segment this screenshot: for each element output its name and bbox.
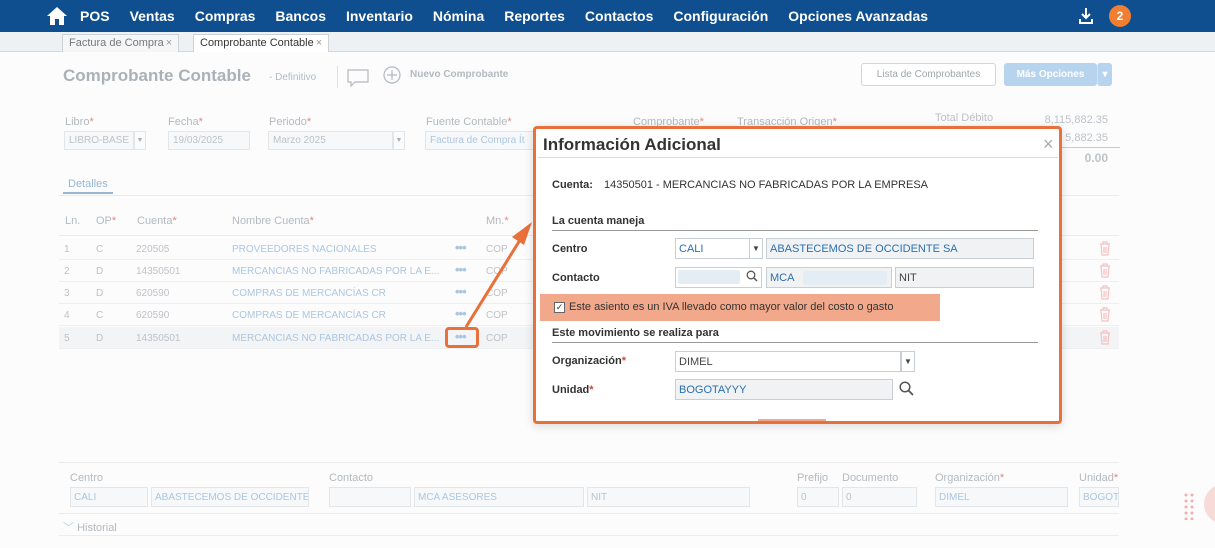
tab-factura-compra[interactable]: Factura de Compra ×	[62, 34, 180, 52]
unidad-label: Unidad*	[552, 384, 594, 396]
iva-label: Este asiento es un IVA llevado como mayo…	[569, 301, 894, 313]
search-icon[interactable]	[746, 270, 758, 285]
nav-contactos[interactable]: Contactos	[585, 8, 653, 24]
notifications-badge[interactable]: 2	[1109, 5, 1131, 27]
section-movimiento: Este movimiento se realiza para	[552, 327, 1038, 343]
iva-checkbox[interactable]: ✓	[554, 302, 565, 313]
accept-button-edge[interactable]	[758, 419, 826, 421]
additional-info-modal: Información Adicional × Cuenta: 14350501…	[533, 126, 1062, 424]
download-icon[interactable]	[1078, 7, 1094, 25]
contacto-name-text: MCA	[770, 272, 795, 284]
nav-pos[interactable]: POS	[80, 8, 110, 24]
highlight-annotation	[445, 327, 479, 348]
cuenta-label: Cuenta:	[552, 179, 593, 191]
nav-reportes[interactable]: Reportes	[504, 8, 565, 24]
nav-compras[interactable]: Compras	[195, 8, 256, 24]
tab-comprobante-contable[interactable]: Comprobante Contable ×	[193, 34, 330, 53]
nav-ventas[interactable]: Ventas	[130, 8, 175, 24]
nav-inventario[interactable]: Inventario	[346, 8, 413, 24]
contacto-type: NIT	[895, 267, 1034, 288]
centro-name: ABASTECEMOS DE OCCIDENTE SA	[766, 238, 1034, 259]
section-cuenta-maneja: La cuenta maneja	[552, 215, 1038, 231]
org-select[interactable]: DIMEL	[675, 351, 901, 372]
nav-configuracion[interactable]: Configuración	[673, 8, 768, 24]
close-icon[interactable]: ×	[166, 37, 172, 49]
contacto-search-input[interactable]	[675, 267, 762, 288]
centro-code-select[interactable]: CALI	[675, 238, 750, 259]
blurred-text	[803, 271, 887, 285]
contacto-name: MCA	[766, 267, 892, 288]
close-icon[interactable]: ×	[316, 37, 322, 49]
iva-option[interactable]: ✓ Este asiento es un IVA llevado como ma…	[540, 294, 940, 321]
centro-label: Centro	[552, 243, 588, 255]
unidad-input[interactable]: BOGOTAYYY	[675, 379, 893, 400]
contacto-label: Contacto	[552, 272, 600, 284]
blurred-text	[678, 270, 740, 284]
search-icon[interactable]	[899, 381, 914, 399]
cuenta-value: 14350501 - MERCANCIAS NO FABRICADAS POR …	[604, 179, 929, 191]
tab-label: Factura de Compra	[69, 37, 164, 49]
nav-nomina[interactable]: Nómina	[433, 8, 484, 24]
nav-bancos[interactable]: Bancos	[275, 8, 326, 24]
top-nav: POS Ventas Compras Bancos Inventario Nóm…	[0, 0, 1215, 32]
nav-opciones-avanzadas[interactable]: Opciones Avanzadas	[788, 8, 928, 24]
modal-title: Información Adicional	[543, 135, 721, 154]
tab-label: Comprobante Contable	[200, 37, 314, 49]
chevron-down-icon[interactable]: ▼	[749, 238, 763, 259]
org-label: Organización*	[552, 355, 626, 367]
home-icon[interactable]	[46, 6, 68, 26]
chevron-down-icon[interactable]: ▼	[901, 351, 915, 372]
close-icon[interactable]: ×	[1043, 134, 1054, 155]
document-tabs: Factura de Compra × Comprobante Contable ×	[0, 32, 1215, 53]
